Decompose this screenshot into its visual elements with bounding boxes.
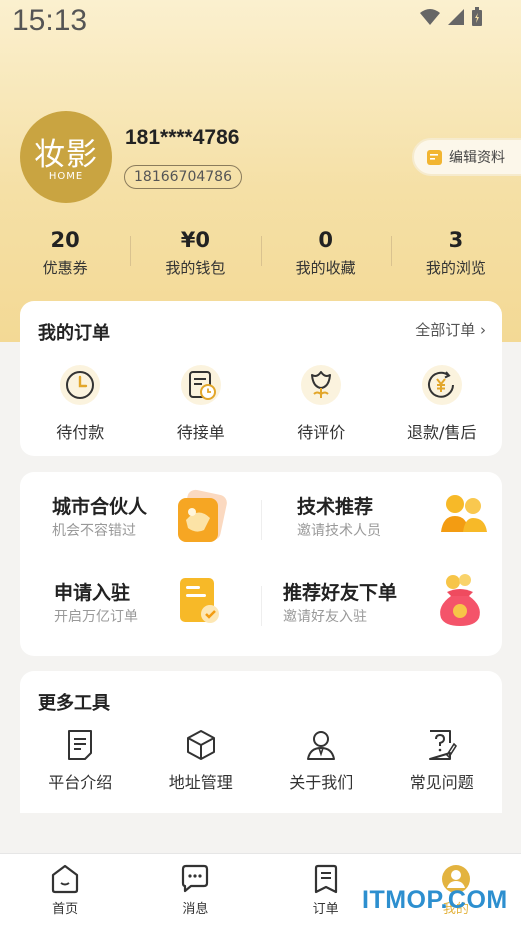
stat-value: 20 [50,228,80,252]
promo-title: 城市合伙人 [52,496,148,518]
stat-value: 3 [448,228,464,252]
box-icon [186,730,215,760]
edit-profile-icon [427,149,442,165]
tool-label: 地址管理 [168,773,233,792]
promo-subtitle: 开启万亿订单 [54,609,138,625]
status-time: 15:13 [12,4,88,37]
tab-label: 消息 [182,902,209,917]
order-item-label: 待评价 [297,423,346,442]
avatar-logo-text: 妆影 [34,137,98,173]
all-orders-link[interactable]: 全部订单 › [415,319,486,340]
promo-card: 城市合伙人 机会不容错过 技术推荐 邀请技术人员 申请入驻 开启万亿订单 推荐好… [20,472,502,656]
tab-home[interactable]: 首页 [0,854,130,926]
stat-label: 我的浏览 [425,259,486,277]
clock-icon [56,361,104,409]
stat-history[interactable]: 3 我的浏览 [390,226,521,286]
people-icon [441,495,487,532]
order-pending-payment[interactable]: 待付款 [20,361,141,443]
tool-faq[interactable]: 常见问题 [382,729,503,793]
question-icon [428,730,457,760]
user-id-badge: 18166704786 [124,165,242,189]
tab-label: 订单 [312,902,339,917]
stats-row: 20 优惠券 ¥0 我的钱包 0 我的收藏 3 我的浏览 [0,226,521,286]
signal-icon [448,9,464,25]
order-pending-review[interactable]: 待评价 [261,361,382,443]
promo-apply-join[interactable]: 申请入驻 开启万亿订单 [20,562,261,648]
tool-label: 常见问题 [409,773,474,792]
promo-tech-referral[interactable]: 技术推荐 邀请技术人员 [261,476,502,562]
promo-subtitle: 机会不容错过 [52,523,136,539]
promo-title: 申请入驻 [54,582,131,604]
order-item-label: 待付款 [56,423,105,442]
tool-label: 平台介绍 [48,773,113,792]
order-refund[interactable]: 退款/售后 [382,361,503,443]
order-item-label: 待接单 [176,423,225,442]
refund-icon [418,361,466,409]
person-icon [307,731,336,760]
status-bar: 15:13 [0,0,521,48]
wifi-icon [420,9,440,25]
stat-value: 0 [318,228,333,252]
promo-subtitle: 邀请技术人员 [297,523,381,539]
promo-city-partner[interactable]: 城市合伙人 机会不容错过 [20,476,261,562]
stat-favorites[interactable]: 0 我的收藏 [260,226,391,286]
order-pending-accept[interactable]: 待接单 [141,361,262,443]
form-icon [180,578,219,623]
watermark: ITMOP.COM [362,886,508,914]
promo-title: 推荐好友下单 [283,582,398,604]
battery-icon [472,7,482,26]
avatar[interactable]: 妆影 HOME [20,111,112,203]
document-clock-icon [177,361,225,409]
edit-profile-label: 编辑资料 [449,150,505,166]
stat-label: 我的钱包 [165,259,226,277]
my-orders-title: 我的订单 [38,323,110,344]
flower-icon [297,361,345,409]
money-bag-icon [440,574,480,626]
more-tools-title: 更多工具 [38,693,110,714]
tab-messages[interactable]: 消息 [130,854,260,926]
stat-value: ¥0 [180,228,210,252]
tab-label: 首页 [52,902,79,917]
order-icon [314,864,337,894]
promo-subtitle: 邀请好友入驻 [283,609,367,625]
more-tools-card: 更多工具 平台介绍 地址管理 关于我们 常见问题 [20,671,502,813]
handshake-icon [178,489,227,542]
stat-coupons[interactable]: 20 优惠券 [0,226,130,286]
user-phone: 181****4786 [125,126,240,149]
my-orders-card: 我的订单 全部订单 › 待付款 待接单 待评价 退款/售后 [20,301,502,456]
avatar-logo-subtext: HOME [48,171,84,182]
stat-wallet[interactable]: ¥0 我的钱包 [130,226,260,286]
order-item-label: 退款/售后 [407,423,477,442]
stat-label: 我的收藏 [295,259,356,277]
home-icon [52,864,79,894]
promo-refer-friend[interactable]: 推荐好友下单 邀请好友入驻 [261,562,502,648]
tool-platform-intro[interactable]: 平台介绍 [20,729,141,793]
document-icon [68,730,93,760]
stat-label: 优惠券 [42,259,88,277]
tool-label: 关于我们 [289,773,354,792]
tool-address-manage[interactable]: 地址管理 [141,729,262,793]
edit-profile-button[interactable]: 编辑资料 [412,138,521,176]
tool-about-us[interactable]: 关于我们 [261,729,382,793]
promo-title: 技术推荐 [297,496,374,518]
message-icon [182,864,209,893]
